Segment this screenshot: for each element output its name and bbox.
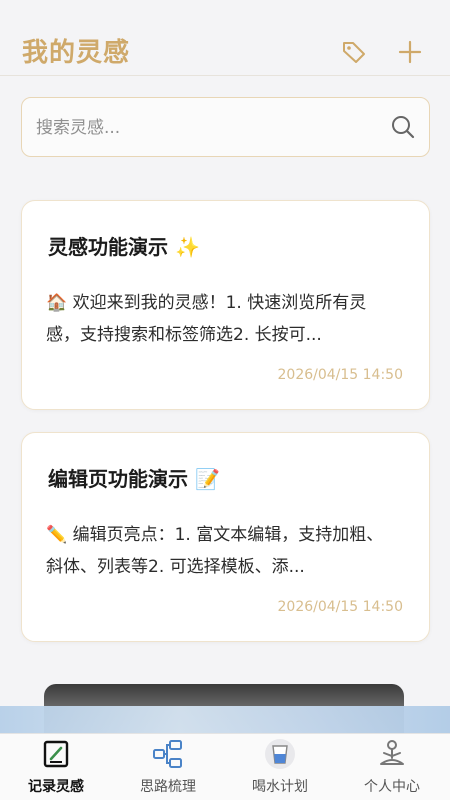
note-timestamp: 2026/04/15 14:50 [277,599,404,615]
page-title: 我的灵感 [22,38,131,68]
bottom-tab-bar: 记录灵感 思路梳理 喝水计划 个人中心 [0,733,450,800]
tag-icon[interactable] [340,38,368,66]
note-timestamp: 2026/04/15 14:50 [277,367,404,383]
water-cup-icon [265,739,295,769]
tab-label: 记录灵感 [28,779,84,795]
tab-record-ideas[interactable]: 记录灵感 [0,734,112,800]
note-card[interactable]: 灵感功能演示 ✨ 🏠 欢迎来到我的灵感！1. 快速浏览所有灵感，支持搜索和标签筛… [21,200,430,410]
search-bar [21,97,430,157]
tab-label: 思路梳理 [140,779,196,795]
meditation-person-icon [380,740,404,765]
search-icon[interactable] [390,114,416,140]
note-preview: ✏️ 编辑页亮点：1. 富文本编辑，支持加粗、斜体、列表等2. 可选择模板、添.… [46,525,384,577]
tab-label: 个人中心 [364,779,420,795]
tab-profile[interactable]: 个人中心 [336,734,448,800]
decorative-banner [0,706,450,736]
tab-mind-map[interactable]: 思路梳理 [112,734,224,800]
search-input[interactable] [36,112,366,144]
tab-water-plan[interactable]: 喝水计划 [224,734,336,800]
app-header: 我的灵感 [0,0,450,76]
note-title: 编辑页功能演示 📝 [48,467,220,491]
note-preview: 🏠 欢迎来到我的灵感！1. 快速浏览所有灵感，支持搜索和标签筛选2. 长按可..… [46,293,367,345]
edit-note-icon [43,740,69,768]
tab-label: 喝水计划 [252,779,308,795]
plus-icon[interactable] [396,38,424,66]
note-card[interactable]: 编辑页功能演示 📝 ✏️ 编辑页亮点：1. 富文本编辑，支持加粗、斜体、列表等2… [21,432,430,642]
mindmap-icon [153,740,182,768]
note-title: 灵感功能演示 ✨ [48,235,200,259]
